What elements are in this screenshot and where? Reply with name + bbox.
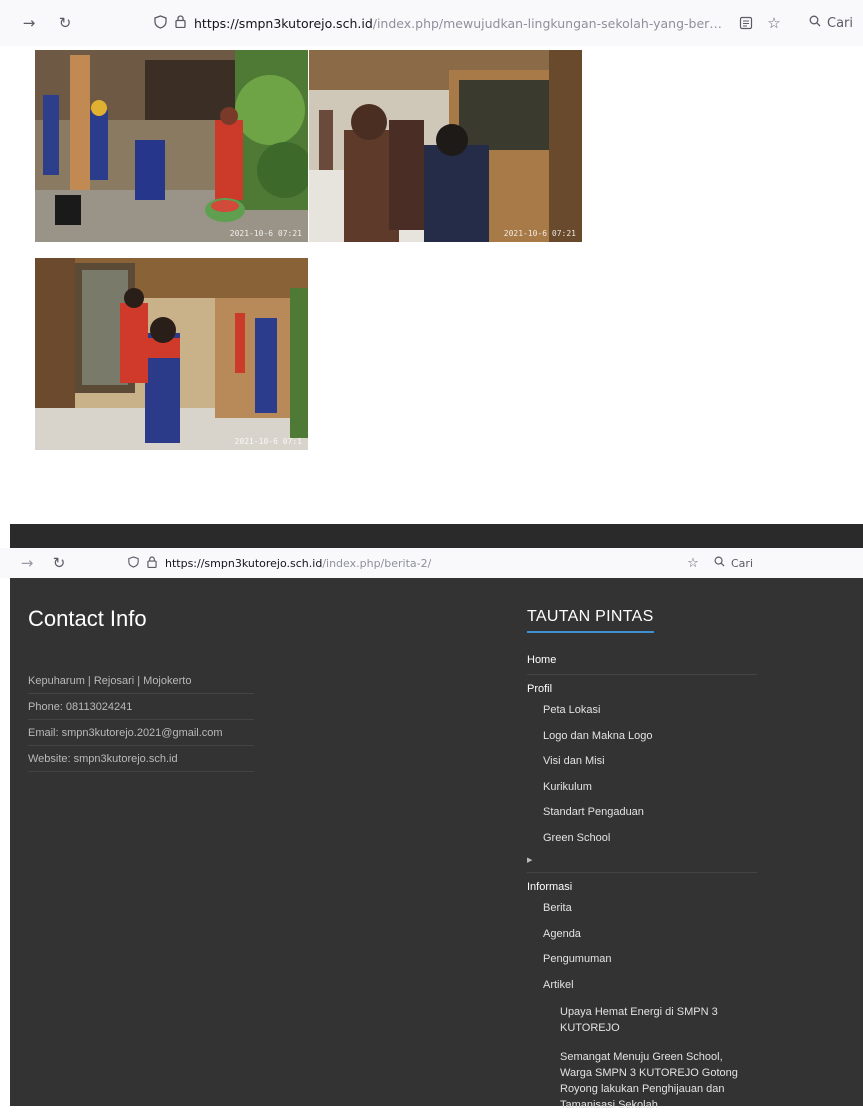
- contact-info-title: Contact Info: [28, 606, 147, 631]
- url-domain: https://smpn3kutorejo.sch.id: [165, 556, 323, 570]
- menu-item-peta-lokasi[interactable]: Peta Lokasi: [527, 699, 757, 725]
- menu-item-berita[interactable]: Berita: [527, 897, 757, 923]
- menu-item-artikel[interactable]: Artikel: [527, 974, 757, 1000]
- bookmark-star-icon[interactable]: ☆: [763, 12, 785, 34]
- shield-icon: [154, 14, 167, 32]
- url-path: /index.php/berita-2/: [322, 556, 432, 570]
- page-divider: [10, 524, 863, 548]
- search-field[interactable]: Cari: [704, 556, 763, 570]
- menu-item-visi-misi[interactable]: Visi dan Misi: [527, 750, 757, 776]
- reload-icon[interactable]: ↻: [54, 12, 76, 34]
- reload-icon[interactable]: ↻: [48, 552, 70, 574]
- reader-view-icon[interactable]: [735, 12, 757, 34]
- article-photo-2[interactable]: 2021-10-6 07:21: [309, 50, 582, 242]
- browser-toolbar: → ↻ https://smpn3kutorejo.sch.id /index.…: [0, 0, 863, 46]
- shield-icon: [128, 555, 139, 571]
- article-photo-1[interactable]: 2021-10-6 07:21: [35, 50, 308, 242]
- menu-item-informasi[interactable]: Informasi: [527, 873, 757, 897]
- menu-item-kurikulum[interactable]: Kurikulum: [527, 776, 757, 802]
- lock-icon: [175, 15, 186, 31]
- photo-timestamp: 2021-10-6 07:21: [503, 229, 576, 238]
- address-bar[interactable]: https://smpn3kutorejo.sch.id /index.php/…: [120, 551, 682, 575]
- menu-item-logo[interactable]: Logo dan Makna Logo: [527, 725, 757, 751]
- search-icon: [809, 15, 821, 31]
- photo-timestamp: 2021-10-6 07:1: [234, 437, 302, 446]
- article-photo-3[interactable]: 2021-10-6 07:1: [35, 258, 308, 450]
- menu-item-green-school[interactable]: Green School: [527, 827, 757, 853]
- forward-icon[interactable]: →: [18, 12, 40, 34]
- search-label: Cari: [827, 15, 853, 31]
- bookmark-star-icon[interactable]: ☆: [682, 552, 704, 574]
- browser-toolbar-2: → ↻ https://smpn3kutorejo.sch.id /index.…: [0, 548, 863, 578]
- menu-item-profil[interactable]: Profil: [527, 675, 757, 699]
- forward-icon[interactable]: →: [16, 552, 38, 574]
- menu-item-home[interactable]: Home: [527, 648, 757, 675]
- site-footer: Contact Info Kepuharum | Rejosari | Mojo…: [10, 578, 863, 1111]
- caret-right-icon[interactable]: ▶: [527, 852, 757, 873]
- url-path: /index.php/mewujudkan-lingkungan-sekolah…: [372, 15, 727, 31]
- contact-phone[interactable]: Phone: 08113024241: [28, 694, 254, 720]
- contact-email[interactable]: Email: smpn3kutorejo.2021@gmail.com: [28, 720, 254, 746]
- search-icon: [714, 556, 725, 570]
- quick-links-menu: Home Profil Peta Lokasi Logo dan Makna L…: [527, 648, 757, 1118]
- search-label: Cari: [731, 556, 753, 570]
- contact-address: Kepuharum | Rejosari | Mojokerto: [28, 668, 254, 694]
- url-domain: https://smpn3kutorejo.sch.id: [194, 15, 373, 31]
- menu-item-agenda[interactable]: Agenda: [527, 923, 757, 949]
- quick-links-title: TAUTAN PINTAS: [527, 608, 654, 633]
- search-field[interactable]: Cari: [799, 15, 863, 31]
- menu-item-artikel-2[interactable]: Semangat Menuju Green School, Warga SMPN…: [527, 1044, 757, 1118]
- contact-website[interactable]: Website: smpn3kutorejo.sch.id: [28, 746, 254, 772]
- article-content: 2021-10-6 07:21 2021-10-6 07:21 2021-10-…: [10, 46, 863, 524]
- contact-list: Kepuharum | Rejosari | Mojokerto Phone: …: [28, 668, 254, 772]
- lock-icon: [147, 555, 157, 571]
- address-bar[interactable]: https://smpn3kutorejo.sch.id /index.php/…: [146, 8, 735, 38]
- menu-item-pengumuman[interactable]: Pengumuman: [527, 948, 757, 974]
- photo-timestamp: 2021-10-6 07:21: [229, 229, 302, 238]
- menu-item-standart-pengaduan[interactable]: Standart Pengaduan: [527, 801, 757, 827]
- menu-item-artikel-1[interactable]: Upaya Hemat Energi di SMPN 3 KUTOREJO: [527, 999, 757, 1044]
